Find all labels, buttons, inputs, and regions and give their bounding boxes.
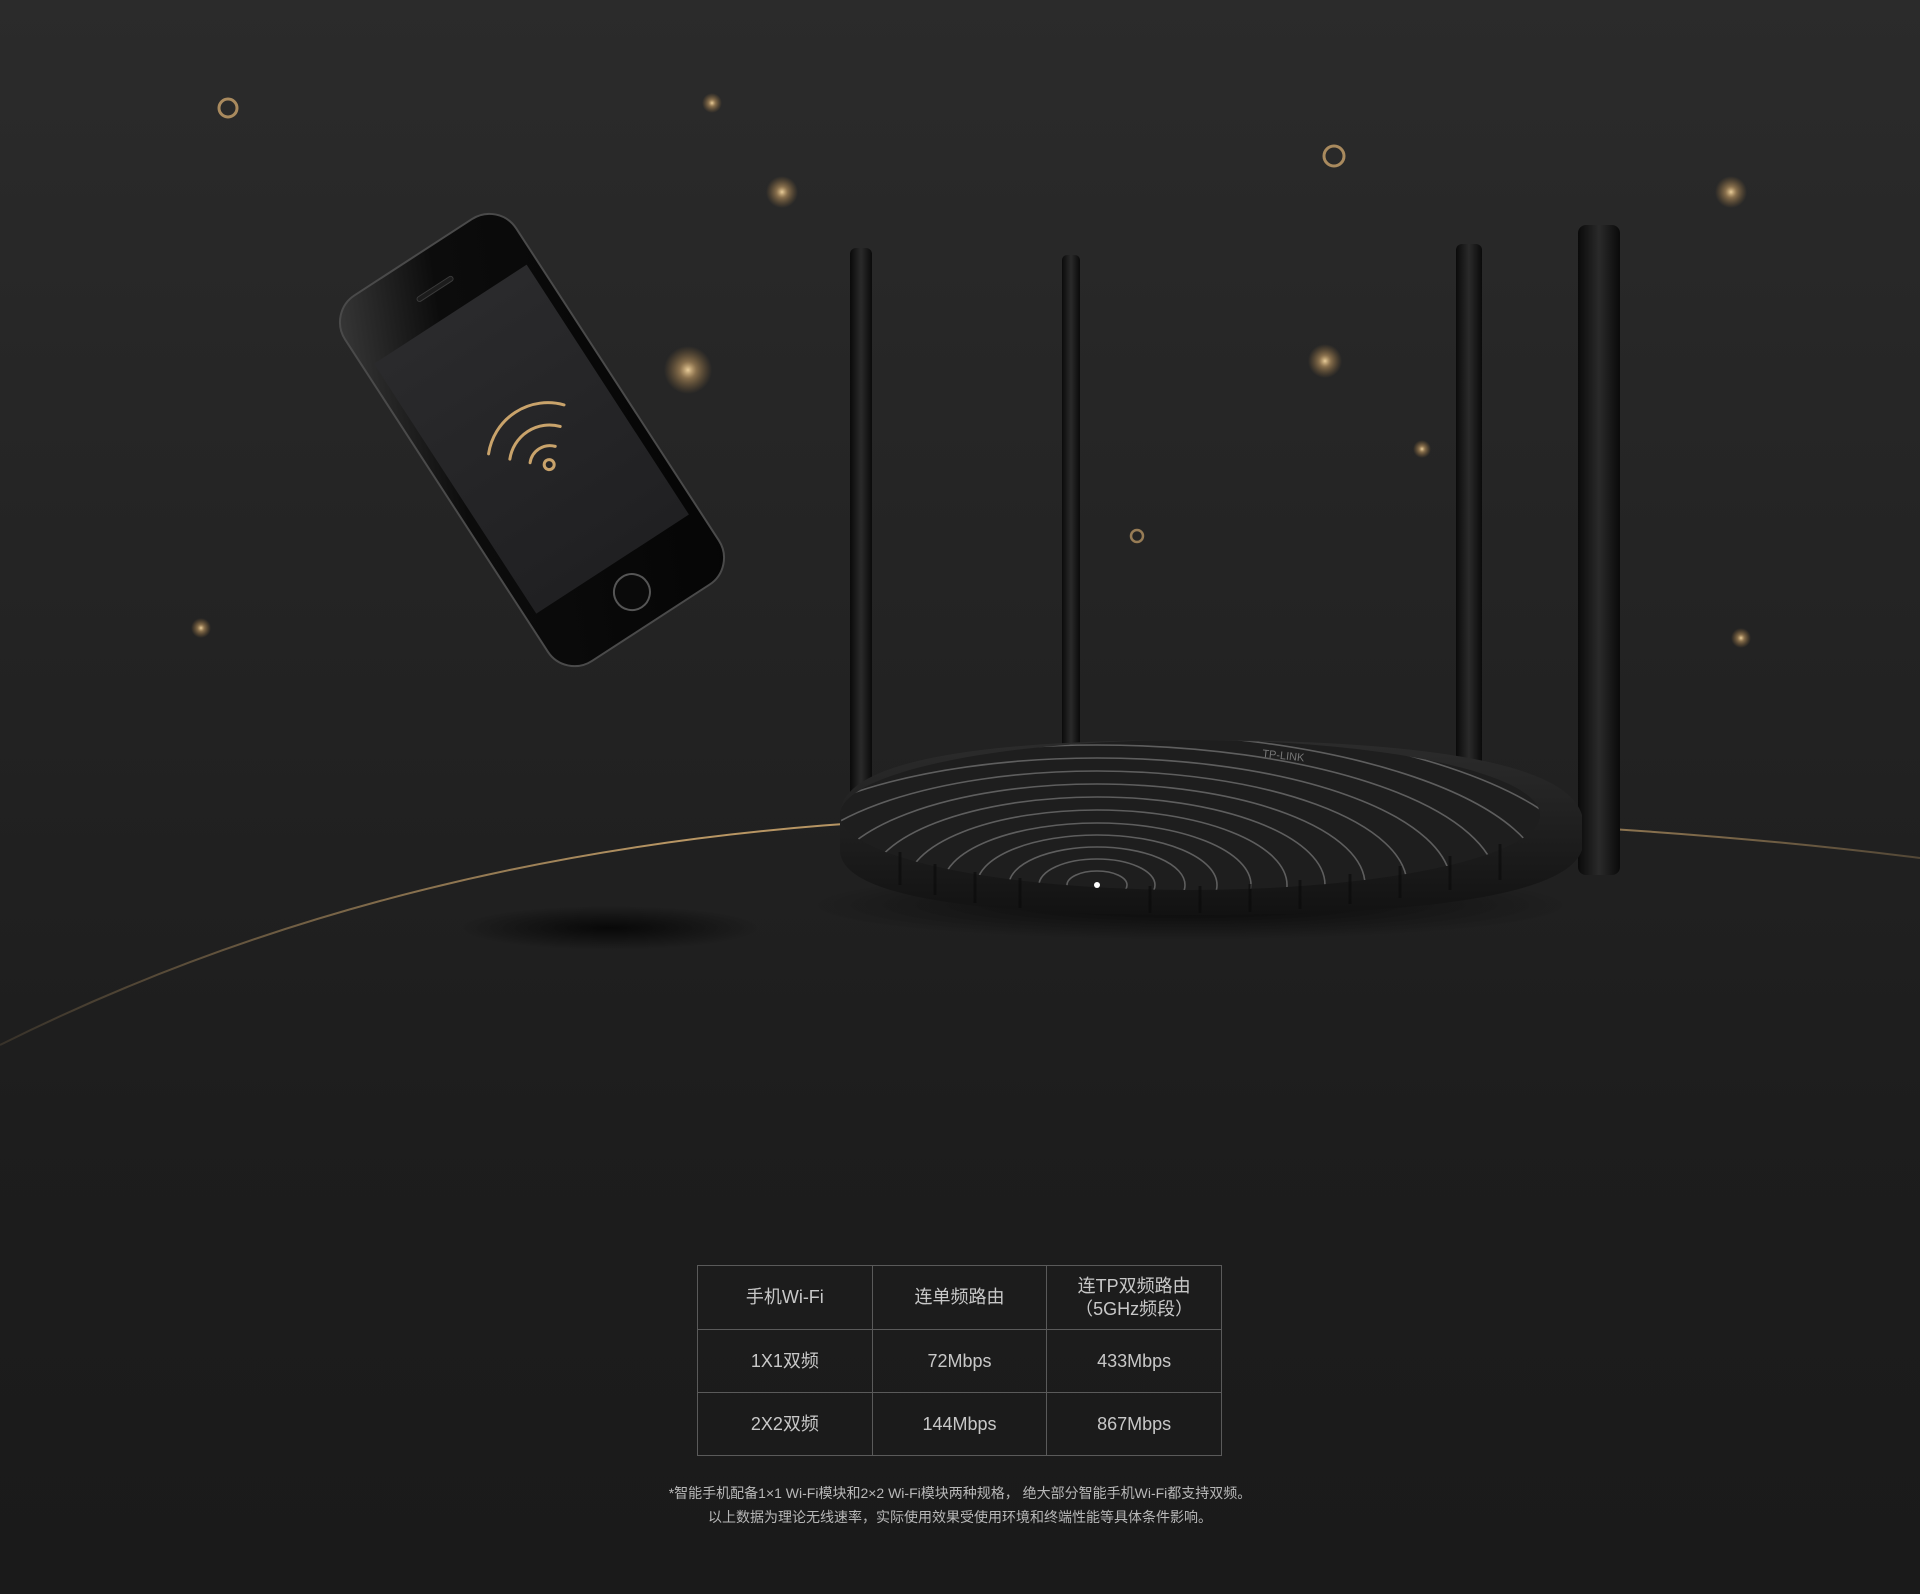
- product-page: TP-LINK 手机Wi-Fi 连单频路由 连TP双频路由 （5GHz频段） 1…: [0, 0, 1920, 1596]
- smartphone-icon: [338, 212, 726, 668]
- cell-spec: 2X2双频: [697, 1392, 873, 1456]
- footnote-line1: *智能手机配备1×1 Wi-Fi模块和2×2 Wi-Fi模块两种规格， 绝大部分…: [668, 1485, 1252, 1501]
- cell-single-band: 144Mbps: [871, 1392, 1048, 1456]
- header-dual-band-line1: 连TP双频路由: [1077, 1275, 1191, 1296]
- phone-shadow: [460, 906, 760, 950]
- cell-single-band: 72Mbps: [871, 1329, 1048, 1393]
- header-dual-band: 连TP双频路由 （5GHz频段）: [1046, 1265, 1222, 1330]
- header-dual-band-line2: （5GHz频段）: [1075, 1298, 1194, 1319]
- header-phone-wifi: 手机Wi-Fi: [697, 1265, 873, 1330]
- table-row: 1X1双频 72Mbps 433Mbps: [697, 1329, 1222, 1393]
- cell-dual-band: 867Mbps: [1046, 1392, 1222, 1456]
- speed-comparison-table: 手机Wi-Fi 连单频路由 连TP双频路由 （5GHz频段） 1X1双频 72M…: [697, 1265, 1222, 1456]
- table-row: 2X2双频 144Mbps 867Mbps: [697, 1392, 1222, 1456]
- header-single-band: 连单频路由: [871, 1265, 1048, 1330]
- footnote-line2: 以上数据为理论无线速率，实际使用效果受使用环境和终端性能等具体条件影响。: [708, 1509, 1212, 1525]
- cell-spec: 1X1双频: [697, 1329, 873, 1393]
- table-header-row: 手机Wi-Fi 连单频路由 连TP双频路由 （5GHz频段）: [697, 1265, 1222, 1330]
- cell-dual-band: 433Mbps: [1046, 1329, 1222, 1393]
